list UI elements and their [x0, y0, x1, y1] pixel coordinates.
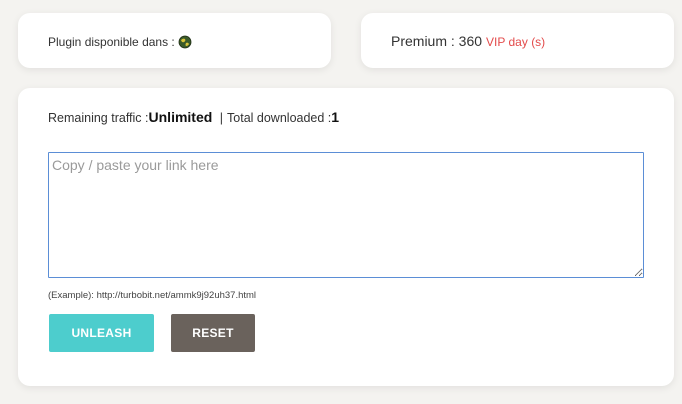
total-downloaded-value: 1 [331, 109, 340, 125]
remaining-traffic-label: Remaining traffic : [48, 111, 149, 125]
premium-row: Premium : 360 VIP day (s) [391, 33, 545, 49]
reset-button[interactable]: RESET [171, 314, 255, 352]
unleash-button[interactable]: UNLEASH [49, 314, 154, 352]
example-link-text: (Example): http://turbobit.net/ammk9j92u… [48, 290, 257, 301]
plugin-row: Plugin disponible dans : [48, 35, 192, 49]
premium-label: Premium : 360 [391, 33, 483, 49]
globe-icon[interactable] [178, 35, 192, 49]
total-downloaded-label: Total downloaded : [227, 111, 332, 125]
traffic-status: Remaining traffic :Unlimited | Total down… [48, 109, 339, 125]
link-input[interactable] [48, 152, 644, 278]
download-card: Remaining traffic :Unlimited | Total down… [18, 88, 674, 386]
premium-card: Premium : 360 VIP day (s) [361, 13, 674, 68]
remaining-traffic-value: Unlimited [148, 109, 213, 125]
traffic-separator: | [219, 111, 224, 125]
plugin-label: Plugin disponible dans : [48, 35, 175, 49]
plugin-card: Plugin disponible dans : [18, 13, 331, 68]
vip-days-text: VIP day (s) [486, 35, 546, 49]
